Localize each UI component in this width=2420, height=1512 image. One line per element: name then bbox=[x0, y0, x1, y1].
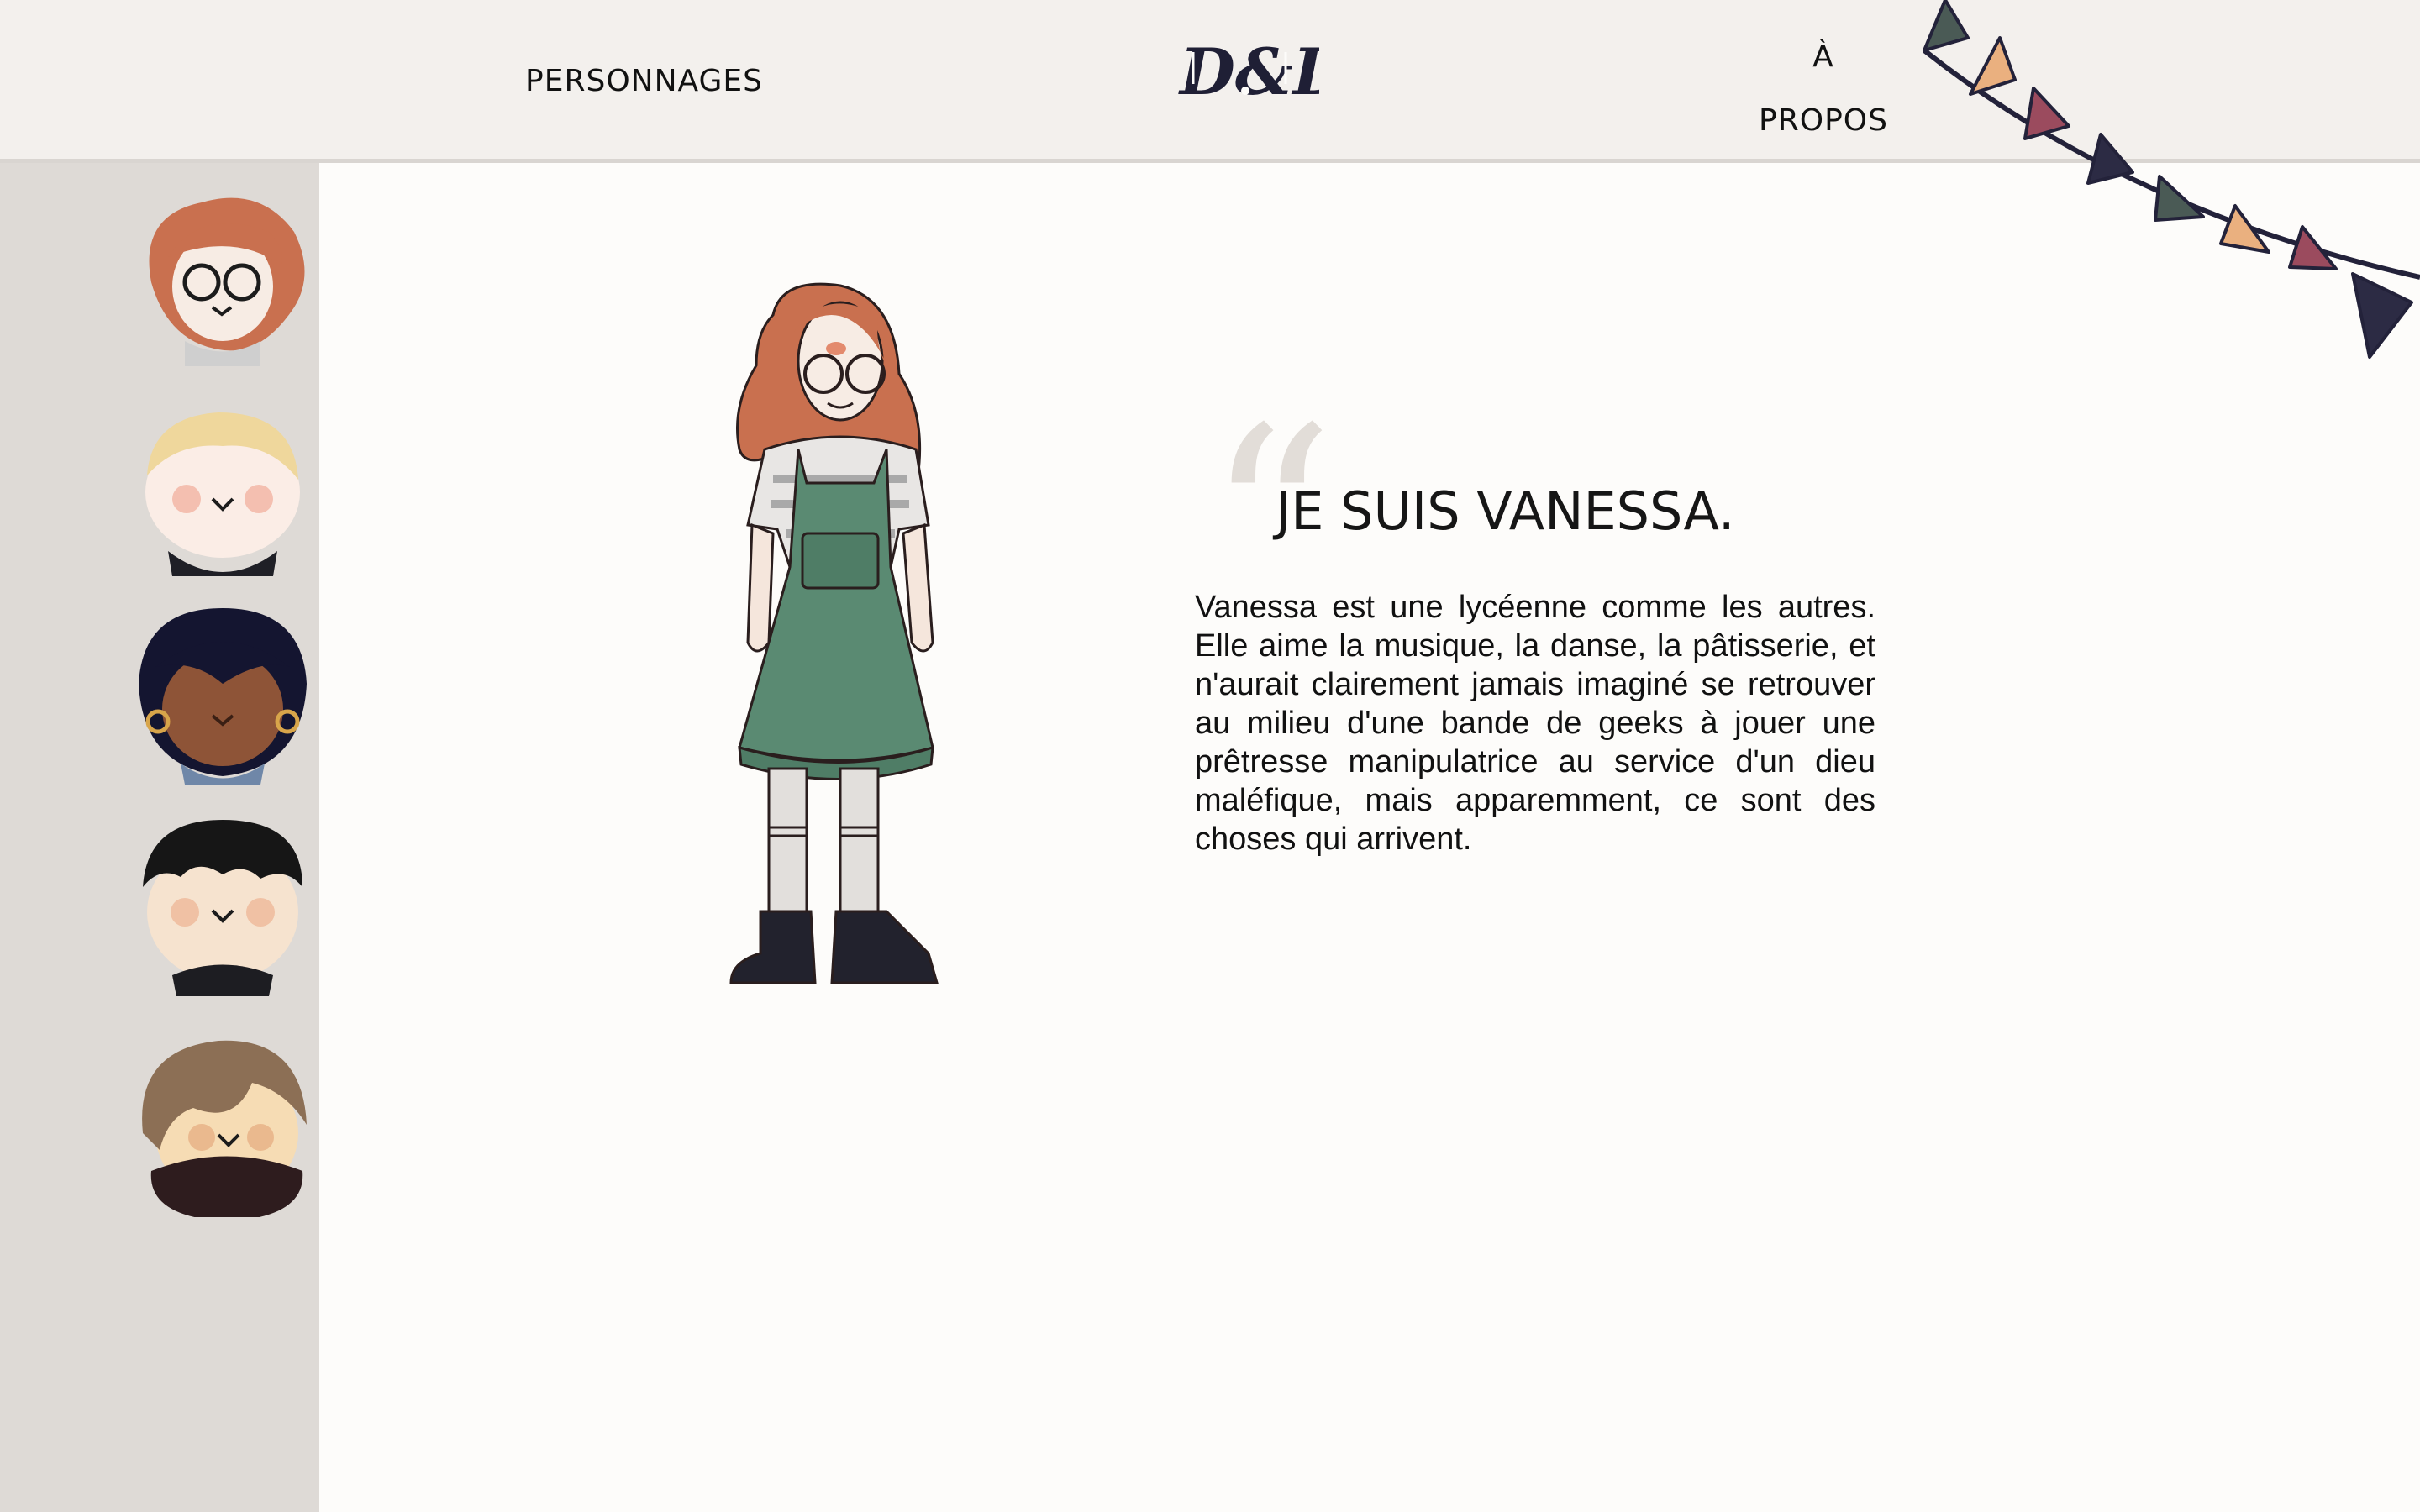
dnd-logo[interactable]: D&D bbox=[1176, 34, 1349, 109]
page-title: JE SUIS VANESSA. bbox=[1276, 480, 1735, 542]
character-description: Vanessa est une lycéenne comme les autre… bbox=[1195, 590, 1876, 857]
nav-apropos-line2: PROPOS bbox=[1759, 103, 1888, 138]
avatar-blonde[interactable] bbox=[134, 391, 311, 576]
character-sidebar bbox=[0, 163, 319, 1512]
nav-apropos-link[interactable]: À PROPOS bbox=[1731, 25, 1916, 153]
character-illustration bbox=[723, 281, 950, 995]
nav-personnages-link[interactable]: PERSONNAGES bbox=[525, 64, 763, 98]
bunting-flags bbox=[1907, 0, 2420, 370]
avatar-vanessa[interactable] bbox=[134, 181, 311, 366]
avatar-brown-scarf[interactable] bbox=[134, 1032, 311, 1217]
avatar-black-hair[interactable] bbox=[134, 811, 311, 996]
logo-text: D&D bbox=[1178, 34, 1319, 109]
avatar-dark-curly[interactable] bbox=[134, 600, 311, 785]
nav-apropos-line1: À bbox=[1812, 39, 1834, 74]
